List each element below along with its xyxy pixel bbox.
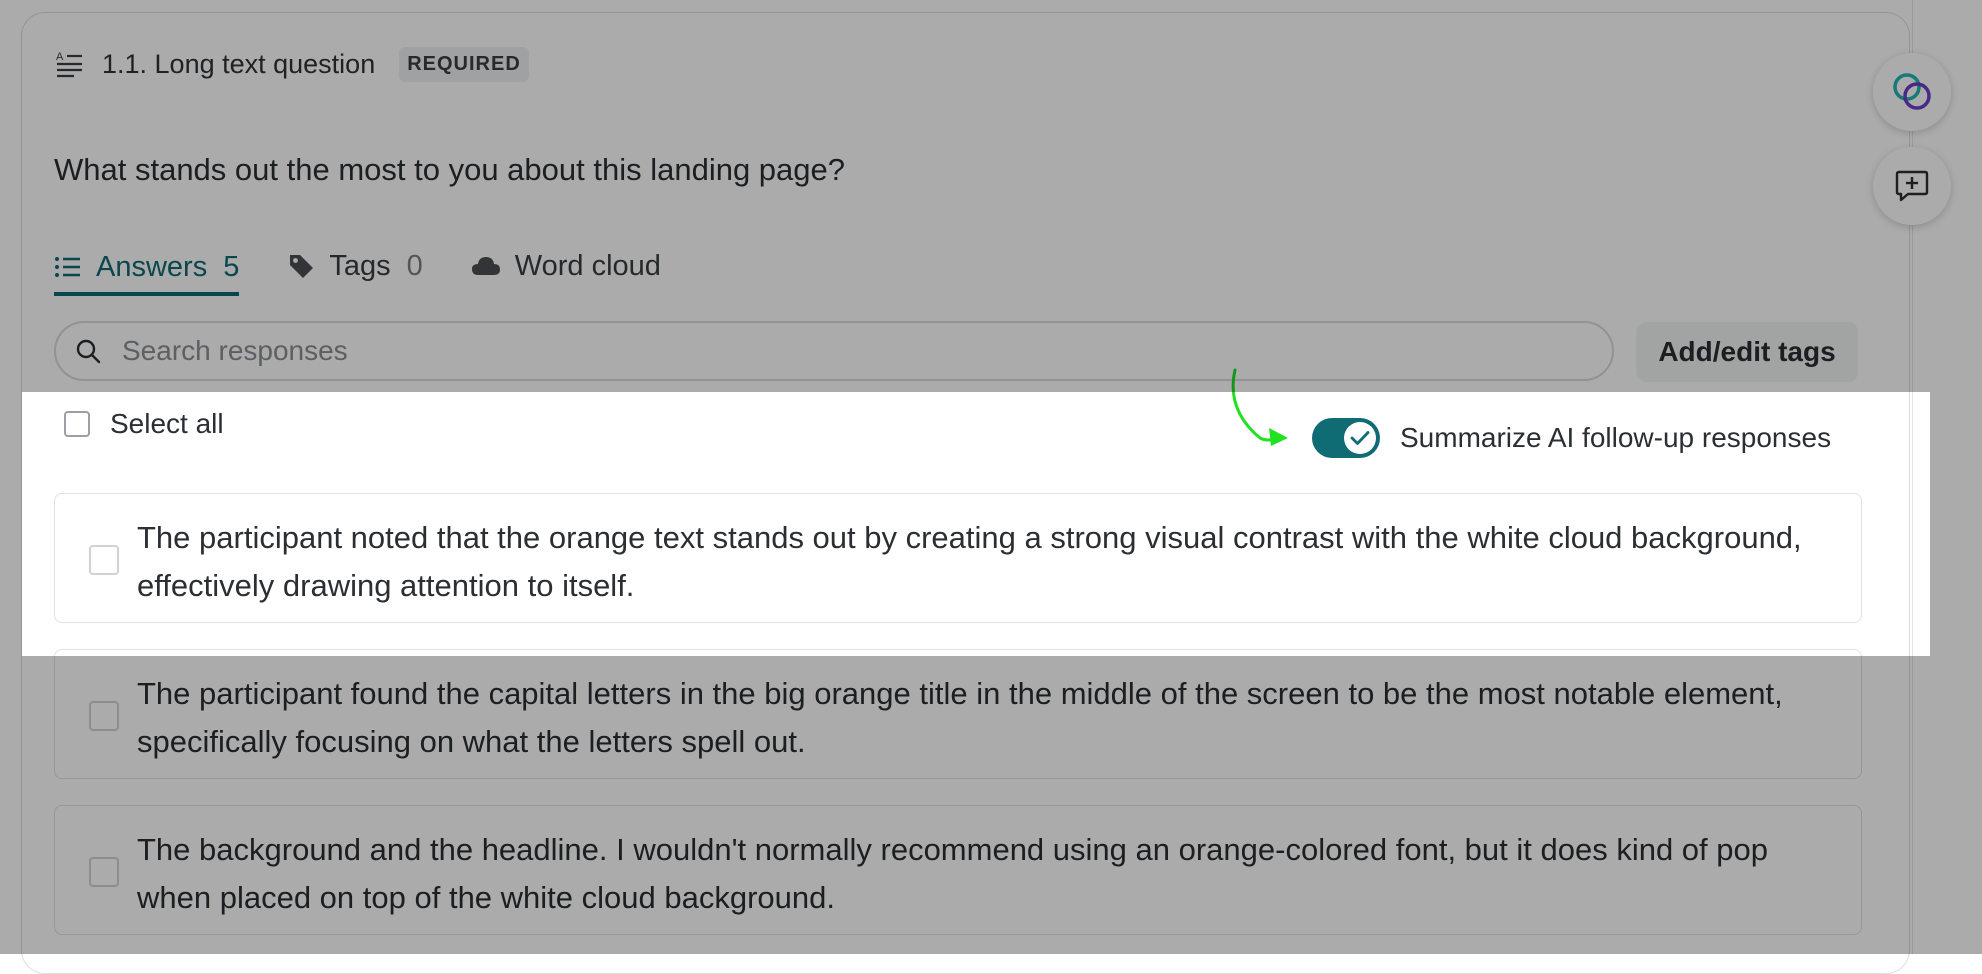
summarize-toggle-control: Summarize AI follow-up responses [1312,418,1831,458]
answer-item: The participant noted that the orange te… [54,493,1862,623]
select-all-label: Select all [110,408,224,439]
select-all-checkbox[interactable] [64,411,90,437]
check-icon [1350,431,1370,445]
summarize-toggle-label: Summarize AI follow-up responses [1400,422,1832,453]
controls-row: Select all Summarize AI follow-up respon… [22,392,1930,458]
dim-overlay [0,392,22,656]
dim-overlay [0,0,1982,392]
dim-overlay [0,656,1982,954]
answer-checkbox[interactable] [89,545,119,575]
summarize-toggle[interactable] [1312,418,1380,458]
toggle-knob [1344,422,1376,454]
select-all-control[interactable]: Select all [64,408,224,440]
dim-overlay [1930,392,1982,656]
answer-text: The participant noted that the orange te… [137,520,1802,603]
